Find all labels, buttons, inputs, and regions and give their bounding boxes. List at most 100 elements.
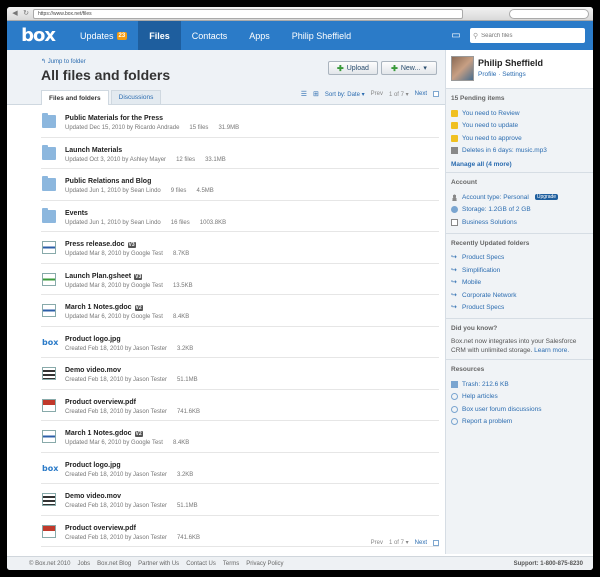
file-name[interactable]: Product overview.pdf xyxy=(65,399,136,406)
file-name[interactable]: Demo video.mov xyxy=(65,367,121,374)
recent-folder-item[interactable]: ↪ Product Specs xyxy=(451,302,588,315)
new-button[interactable]: ✚ New... ▾ xyxy=(381,61,437,75)
folder-link-icon: ↪ xyxy=(451,291,457,299)
pending-item-update[interactable]: You need to update xyxy=(451,120,588,133)
file-meta: Created Feb 18, 2010 by Jason Tester xyxy=(65,534,167,541)
file-row[interactable]: box Product logo.jpg Created Feb 18, 2010 … xyxy=(41,453,439,484)
file-name[interactable]: Demo video.mov xyxy=(65,493,121,500)
pending-item-label: You need to update xyxy=(462,122,519,130)
file-name[interactable]: March 1 Notes.gdoc V2 xyxy=(65,430,143,437)
pager-next[interactable]: Next xyxy=(415,91,427,97)
file-size: 8.4KB xyxy=(172,314,190,320)
nav-updates[interactable]: Updates 23 xyxy=(69,21,138,50)
upload-button[interactable]: ✚ Upload xyxy=(328,61,378,75)
address-bar[interactable]: https://www.box.net/files xyxy=(33,8,463,19)
footer-link-blog[interactable]: Box.net Blog xyxy=(97,561,131,567)
pager-prev[interactable]: Prev xyxy=(371,91,383,97)
file-row[interactable]: Launch Materials Updated Oct 3, 2010 by A… xyxy=(41,138,439,169)
tab-discussions[interactable]: Discussions xyxy=(110,90,162,104)
help-articles-link[interactable]: Help articles xyxy=(451,391,588,404)
refresh-icon[interactable]: ↻ xyxy=(22,10,30,18)
list-view-icon[interactable]: ☰ xyxy=(301,90,307,98)
recent-folder-item[interactable]: ↪ Mobile xyxy=(451,277,588,290)
file-name[interactable]: Public Relations and Blog xyxy=(65,178,151,185)
file-name[interactable]: Launch Plan.gsheet V3 xyxy=(65,272,143,280)
upgrade-button[interactable]: Upgrade xyxy=(534,194,559,201)
version-badge[interactable]: V2 xyxy=(134,305,143,311)
file-row[interactable]: box Product logo.jpg Created Feb 18, 2010 … xyxy=(41,327,439,358)
settings-link[interactable]: Settings xyxy=(502,71,526,78)
footer-link-terms[interactable]: Terms xyxy=(223,561,239,567)
pager-next-bottom[interactable]: Next xyxy=(415,540,427,546)
pending-item-approve[interactable]: You need to approve xyxy=(451,132,588,145)
footer-link-jobs[interactable]: Jobs xyxy=(77,561,90,567)
forum-link[interactable]: Box user forum discussions xyxy=(451,403,588,416)
select-all-checkbox-bottom[interactable] xyxy=(433,539,439,546)
file-row[interactable]: Events Updated Jun 1, 2010 by Sean Lindo 1… xyxy=(41,201,439,232)
file-name[interactable]: Press release.doc V3 xyxy=(65,241,136,248)
search-input[interactable] xyxy=(481,32,582,39)
file-row[interactable]: March 1 Notes.gdoc V2 Updated Mar 6, 2010 … xyxy=(41,421,439,453)
report-label: Report a problem xyxy=(462,418,513,426)
learn-more-link[interactable]: Learn more. xyxy=(534,347,569,354)
file-row[interactable]: Product overview.pdf Created Feb 18, 2010… xyxy=(41,390,439,421)
file-row[interactable]: March 1 Notes.gdoc V2 Updated Mar 6, 2010 … xyxy=(41,295,439,327)
back-icon[interactable]: ◀ xyxy=(11,10,19,18)
footer-link-privacy[interactable]: Privacy Policy xyxy=(246,561,283,567)
jump-to-folder-link[interactable]: ↰ Jump to folder xyxy=(41,58,86,65)
file-name[interactable]: March 1 Notes.gdoc V2 xyxy=(65,304,143,311)
pager-prev-bottom[interactable]: Prev xyxy=(371,540,383,546)
file-row[interactable]: Demo video.mov Created Feb 18, 2010 by Ja… xyxy=(41,358,439,390)
file-meta: Created Feb 18, 2010 by Jason Tester xyxy=(65,471,167,478)
recent-folder-item[interactable]: ↪ Product Specs xyxy=(451,252,588,265)
tab-files-and-folders[interactable]: Files and folders xyxy=(41,90,109,105)
file-size: 4.5MB xyxy=(196,188,214,194)
file-row[interactable]: Press release.doc V3 Updated Mar 8, 2010 b… xyxy=(41,232,439,264)
battery-icon[interactable]: ▭ xyxy=(446,21,466,50)
file-name-text: Launch Plan.gsheet xyxy=(65,272,132,280)
file-name-text: Product logo.jpg xyxy=(65,335,121,343)
business-solutions-link[interactable]: Business Solutions xyxy=(451,216,588,229)
file-row[interactable]: Public Relations and Blog Updated Jun 1, … xyxy=(41,169,439,201)
report-problem-link[interactable]: Report a problem xyxy=(451,416,588,429)
file-meta: Updated Jun 1, 2010 by Sean Lindo xyxy=(65,188,161,194)
file-name[interactable]: Events xyxy=(65,210,88,217)
recent-folder-item[interactable]: ↪ Corporate Network xyxy=(451,289,588,302)
footer-link-partner[interactable]: Partner with Us xyxy=(138,561,179,567)
nav-contacts[interactable]: Contacts xyxy=(181,21,239,50)
box-logo[interactable]: box xyxy=(7,21,69,50)
grid-view-icon[interactable]: ⊞ xyxy=(313,90,319,98)
pending-item-review[interactable]: You need to Review xyxy=(451,107,588,120)
version-badge[interactable]: V3 xyxy=(127,242,136,248)
recent-folder-item[interactable]: ↪ Simplification xyxy=(451,264,588,277)
page-title: All files and folders xyxy=(41,67,171,83)
file-name[interactable]: Product logo.jpg xyxy=(65,462,121,469)
browser-search-field[interactable] xyxy=(509,8,589,19)
pending-item-delete[interactable]: Deletes in 6 days: music.mp3 xyxy=(451,145,588,158)
file-name[interactable]: Launch Materials xyxy=(65,147,122,154)
file-name[interactable]: Public Materials for the Press xyxy=(65,115,163,122)
file-row[interactable]: Launch Plan.gsheet V3 Updated Mar 8, 2010 … xyxy=(41,264,439,295)
file-name[interactable]: Product logo.jpg xyxy=(65,336,121,343)
avatar[interactable] xyxy=(451,56,474,81)
file-row[interactable]: Public Materials for the Press Updated De… xyxy=(41,106,439,138)
file-name[interactable]: Product overview.pdf xyxy=(65,525,136,532)
pending-items-section: 15 Pending items You need to Review You … xyxy=(446,89,593,173)
trash-link[interactable]: Trash: 212.6 KB xyxy=(451,378,588,391)
pager-page-select[interactable]: 1 of 7 ▾ xyxy=(389,91,409,98)
file-row[interactable]: Demo video.mov Created Feb 18, 2010 by Ja… xyxy=(41,484,439,516)
file-meta: Updated Oct 3, 2010 by Ashley Mayer xyxy=(65,156,167,163)
sort-dropdown[interactable]: Sort by: Date ▾ xyxy=(325,91,365,98)
manage-all-link[interactable]: Manage all (4 more) xyxy=(451,161,588,168)
version-badge[interactable]: V3 xyxy=(134,273,143,280)
nav-files[interactable]: Files xyxy=(138,21,181,50)
did-you-know-section: Did you know? Box.net now integrates int… xyxy=(446,319,593,360)
nav-user[interactable]: Philip Sheffield xyxy=(281,21,362,50)
trash-icon xyxy=(451,380,458,388)
nav-apps[interactable]: Apps xyxy=(238,21,281,50)
pager-page-select-bottom[interactable]: 1 of 7 ▾ xyxy=(389,539,409,546)
select-all-checkbox[interactable] xyxy=(433,91,439,97)
profile-link[interactable]: Profile xyxy=(478,71,496,78)
footer-link-contact[interactable]: Contact Us xyxy=(186,561,216,567)
version-badge[interactable]: V2 xyxy=(134,431,143,437)
